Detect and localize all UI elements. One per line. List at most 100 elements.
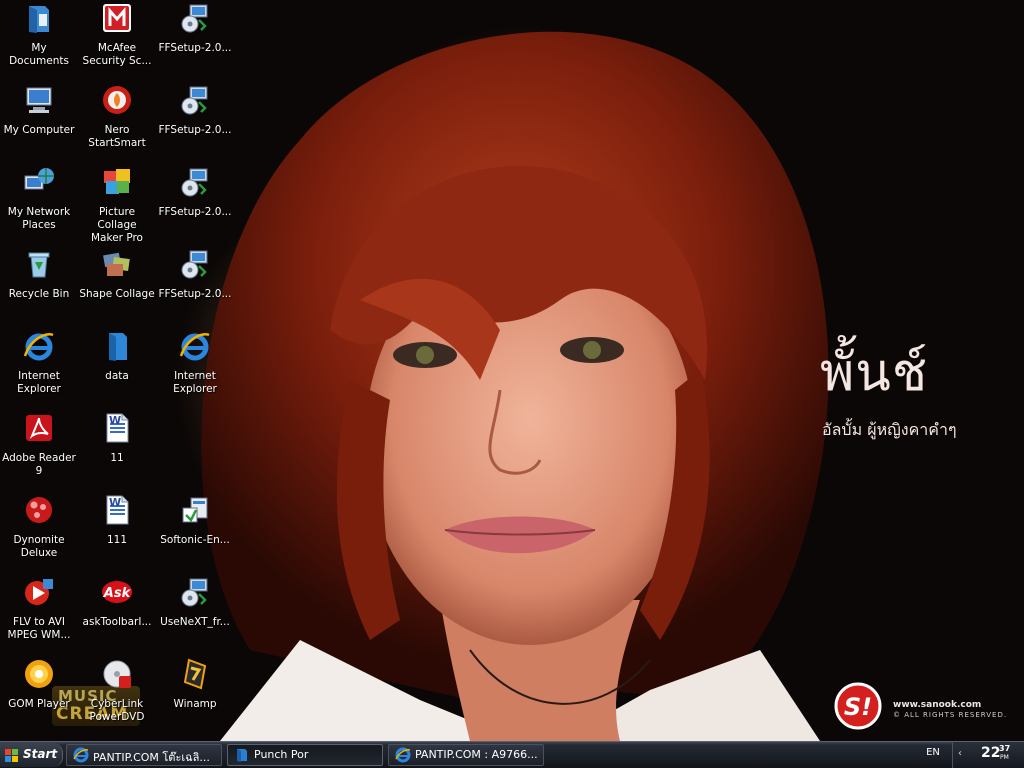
installer-icon xyxy=(181,86,208,115)
desktop-icon-label: FFSetup-2.0... xyxy=(158,124,232,136)
desktop-icon-doc-111[interactable]: W 111 xyxy=(78,494,156,547)
dvd-icon xyxy=(103,660,131,688)
system-tray: ‹ 22 37 PM xyxy=(952,742,1024,768)
mcafee-icon xyxy=(103,4,131,32)
desktop-icon-adobe-reader[interactable]: Adobe Reader 9 xyxy=(0,412,78,478)
documents-folder-icon xyxy=(29,6,49,33)
desktop-icon-gom-player[interactable]: GOM Player xyxy=(0,658,78,711)
word-document-icon: W xyxy=(106,495,129,525)
taskbar-item-label: PANTIP.COM โต๊ะเฉลิ... xyxy=(93,751,210,764)
shape-collage-icon xyxy=(103,252,130,276)
desktop-icon-label: Recycle Bin xyxy=(8,288,70,300)
desktop-icon-internet-explorer-1[interactable]: Internet Explorer xyxy=(0,330,78,396)
taskbar-item-punch-por[interactable]: Punch Por xyxy=(227,744,383,766)
desktop-icon-label: Internet Explorer xyxy=(17,370,61,395)
desktop-icon-label: askToolbarI... xyxy=(82,616,152,628)
clock-ampm[interactable]: PM xyxy=(1000,754,1009,761)
desktop-icon-label: FFSetup-2.0... xyxy=(158,206,232,218)
gom-player-icon xyxy=(25,660,53,688)
desktop-icon-picture-collage[interactable]: Picture Collage Maker Pro xyxy=(78,166,156,245)
desktop-icon-label: Dynomite Deluxe xyxy=(13,534,65,559)
brand-subtitle: อัลบั้ม ผู้หญิงคาคำๆ xyxy=(822,420,957,439)
start-label: Start xyxy=(23,747,58,761)
desktop-icon-label: CyberLink PowerDVD xyxy=(89,698,145,723)
desktop-icon-doc-11[interactable]: W 11 xyxy=(78,412,156,465)
ie-icon xyxy=(179,333,210,361)
svg-text:Ask: Ask xyxy=(103,586,132,601)
ie-icon xyxy=(23,333,54,361)
desktop-icon-internet-explorer-2[interactable]: Internet Explorer xyxy=(156,330,234,396)
desktop-icon-label: FFSetup-2.0... xyxy=(158,42,232,54)
video-converter-icon xyxy=(25,579,53,605)
desktop-icon-winamp[interactable]: Winamp xyxy=(156,658,234,711)
ask-icon: Ask xyxy=(102,581,132,603)
desktop-icon-label: FFSetup-2.0... xyxy=(158,288,232,300)
clock-minute[interactable]: 37 xyxy=(999,744,1010,753)
desktop-icon-cyberlink[interactable]: CyberLink PowerDVD xyxy=(78,658,156,724)
adobe-reader-icon xyxy=(26,415,52,441)
desktop-icon-ffsetup-3[interactable]: FFSetup-2.0... xyxy=(156,166,234,219)
desktop-icon-label: 11 xyxy=(110,452,124,464)
installer-icon xyxy=(181,168,208,197)
desktop-icon-label: Softonic-En... xyxy=(160,534,230,546)
brand-name: พั้นช์ xyxy=(820,343,929,403)
dynomite-icon xyxy=(26,497,52,523)
desktop-icon-nero[interactable]: Nero StartSmart xyxy=(78,84,156,150)
network-icon xyxy=(24,168,54,190)
desktop-icon-label: Picture Collage Maker Pro xyxy=(91,206,143,244)
tray-expand-icon[interactable]: ‹ xyxy=(958,748,962,759)
desktop-icon-label: Nero StartSmart xyxy=(88,124,146,149)
sanook-logo: S! xyxy=(834,682,882,730)
winamp-icon xyxy=(183,658,207,690)
desktop-icon-my-documents[interactable]: My Documents xyxy=(0,2,78,68)
desktop-icon-ffsetup-4[interactable]: FFSetup-2.0... xyxy=(156,248,234,301)
desktop-icon-label: Internet Explorer xyxy=(173,370,217,395)
installer-icon xyxy=(181,4,208,33)
windows-flag-icon xyxy=(5,749,18,762)
clock-hour[interactable]: 22 xyxy=(981,745,1000,761)
desktop-icon-label: GOM Player xyxy=(8,698,70,710)
desktop-icon-ask-toolbar[interactable]: Ask askToolbarI... xyxy=(78,576,156,629)
desktop-icon-label: Adobe Reader 9 xyxy=(2,452,76,477)
desktop-icon-softonic[interactable]: Softonic-En... xyxy=(156,494,234,547)
ie-icon xyxy=(395,747,411,763)
desktop-icon-ffsetup-1[interactable]: FFSetup-2.0... xyxy=(156,2,234,55)
folder-icon xyxy=(237,749,247,762)
taskbar: Start PANTIP.COM โต๊ะเฉลิ... Punch Por P… xyxy=(0,741,1024,768)
desktop-icon-label: 111 xyxy=(106,534,128,546)
taskbar-item-label: PANTIP.COM : A9766... xyxy=(415,748,538,761)
sanook-logo-text: S! xyxy=(844,693,872,721)
desktop-icon-label: UseNeXT_fr... xyxy=(160,616,230,628)
desktop-icon-my-network-places[interactable]: My Network Places xyxy=(0,166,78,232)
taskbar-item-label: Punch Por xyxy=(254,748,309,761)
desktop-icon-flv-to-avi[interactable]: FLV to AVI MPEG WM... xyxy=(0,576,78,642)
start-button[interactable]: Start xyxy=(0,743,63,767)
desktop-icon-label: data xyxy=(105,370,129,382)
installer-icon xyxy=(181,250,208,279)
desktop-icon-my-computer[interactable]: My Computer xyxy=(0,84,78,137)
desktop-icon-mcafee[interactable]: McAfee Security Sc... xyxy=(78,2,156,68)
desktop-icon-shape-collage[interactable]: Shape Collage xyxy=(78,248,156,301)
desktop-icon-usenext[interactable]: UseNeXT_fr... xyxy=(156,576,234,629)
desktop-icon-label: Shape Collage xyxy=(79,288,155,300)
desktop-icon-label: My Network Places xyxy=(7,206,71,231)
desktop-icon-data[interactable]: data xyxy=(78,330,156,383)
desktop-icon-label: My Documents xyxy=(9,42,69,67)
publisher-url: www.sanook.com xyxy=(893,700,982,710)
desktop-icon-label: My Computer xyxy=(3,124,75,136)
collage-icon xyxy=(104,169,130,194)
desktop-icon-dynomite[interactable]: Dynomite Deluxe xyxy=(0,494,78,560)
desktop-icon-recycle-bin[interactable]: Recycle Bin xyxy=(0,248,78,301)
desktop-icon-label: FLV to AVI MPEG WM... xyxy=(7,616,71,641)
wallpaper-brand: พั้นช์ อัลบั้ม ผู้หญิงคาคำๆ xyxy=(800,310,1000,460)
desktop[interactable]: พั้นช์ อัลบั้ม ผู้หญิงคาคำๆ S! www.sanoo… xyxy=(0,0,1024,741)
softonic-installer-icon xyxy=(182,497,208,523)
desktop-icon-label: Winamp xyxy=(173,698,217,710)
taskbar-item-pantip-1[interactable]: PANTIP.COM โต๊ะเฉลิ... xyxy=(66,744,222,766)
nero-icon xyxy=(103,86,131,114)
computer-icon xyxy=(26,87,52,113)
word-document-icon: W xyxy=(106,413,129,443)
taskbar-item-pantip-2[interactable]: PANTIP.COM : A9766... xyxy=(388,744,544,766)
desktop-icon-ffsetup-2[interactable]: FFSetup-2.0... xyxy=(156,84,234,137)
language-indicator[interactable]: EN xyxy=(918,747,948,758)
